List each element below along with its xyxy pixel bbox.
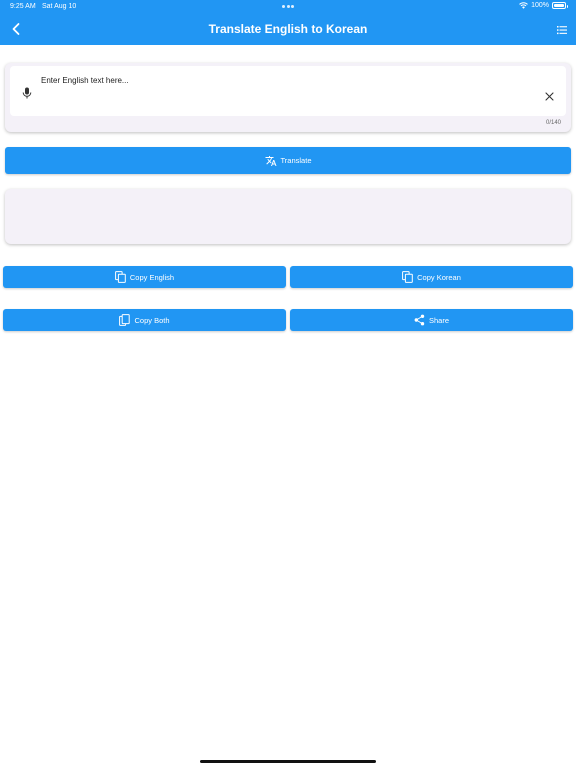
mic-button[interactable]	[22, 86, 32, 99]
english-text-input[interactable]: Enter English text here...	[10, 66, 566, 116]
copy-both-label: Copy Both	[134, 315, 170, 325]
clear-button[interactable]	[545, 88, 554, 101]
copy-icon	[402, 271, 413, 283]
character-counter: 0/140	[545, 120, 561, 126]
list-icon	[557, 26, 567, 35]
copy-english-button[interactable]: Copy English	[3, 266, 286, 288]
copy-both-button[interactable]: Copy Both	[3, 309, 286, 331]
status-time: 9:25 AM	[10, 3, 36, 10]
mic-icon	[22, 87, 32, 99]
status-date: Sat Aug 10	[42, 3, 77, 10]
app-header: 9:25 AM Sat Aug 10 100% Translate Englis…	[0, 0, 576, 45]
copy-korean-label: Copy Korean	[417, 272, 461, 282]
translate-button[interactable]: Translate	[5, 147, 571, 174]
share-button[interactable]: Share	[290, 309, 573, 331]
input-placeholder: Enter English text here...	[41, 76, 129, 85]
share-label: Share	[428, 315, 449, 325]
input-card: Enter English text here... 0/140	[5, 63, 571, 132]
korean-output-card	[5, 189, 571, 244]
close-icon	[545, 92, 554, 101]
status-right: 100%	[519, 2, 568, 9]
copy-icon	[114, 271, 126, 283]
wifi-icon	[519, 2, 528, 9]
copy-english-label: Copy English	[129, 272, 175, 282]
menu-button[interactable]	[556, 23, 568, 35]
copy-all-icon	[119, 314, 131, 326]
home-indicator[interactable]	[200, 760, 376, 763]
translate-label: Translate	[280, 156, 312, 165]
share-icon	[414, 314, 425, 326]
translate-icon	[265, 155, 276, 166]
battery-icon	[552, 2, 568, 9]
copy-korean-button[interactable]: Copy Korean	[290, 266, 573, 288]
status-bar: 9:25 AM Sat Aug 10 100%	[0, 0, 576, 14]
multitasking-dots[interactable]	[282, 5, 294, 8]
page-title: Translate English to Korean	[208, 22, 368, 36]
battery-percent: 100%	[531, 2, 549, 9]
